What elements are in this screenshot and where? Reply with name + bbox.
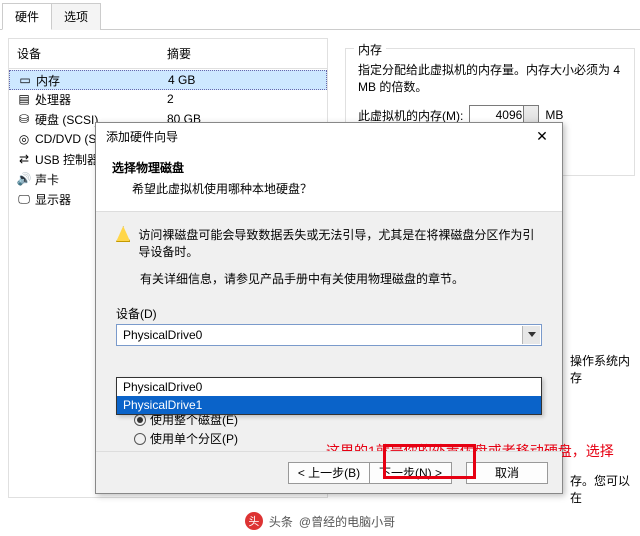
memory-group-title: 内存 bbox=[354, 41, 386, 58]
radio-single-partition[interactable] bbox=[134, 433, 146, 445]
hdd-icon: ⛁ bbox=[17, 112, 31, 126]
device-combobox[interactable]: PhysicalDrive0 bbox=[116, 324, 542, 346]
warning-icon bbox=[116, 226, 130, 242]
watermark-icon: 头 bbox=[245, 512, 263, 530]
hardware-name: 显示器 bbox=[35, 191, 71, 208]
radio-whole-disk[interactable] bbox=[134, 414, 146, 426]
wizard-heading: 选择物理磁盘 bbox=[112, 159, 546, 176]
hardware-name: USB 控制器 bbox=[35, 151, 99, 168]
side-text-os-mem: 操作系统内存 bbox=[570, 352, 640, 386]
hardware-name: 内存 bbox=[36, 72, 60, 89]
device-label: 设备(D) bbox=[116, 305, 542, 322]
watermark-prefix: 头条 bbox=[269, 513, 293, 530]
hardware-name: 处理器 bbox=[35, 91, 71, 108]
radio-single-partition-label: 使用单个分区(P) bbox=[150, 430, 238, 447]
memory-label: 此虚拟机的内存(M): bbox=[358, 107, 463, 124]
device-option[interactable]: PhysicalDrive0 bbox=[117, 378, 541, 396]
wizard-subheading: 希望此虚拟机使用哪种本地硬盘？ bbox=[112, 180, 546, 197]
hardware-row[interactable]: ▤ 处理器 2 bbox=[9, 89, 327, 109]
sound-icon: 🔊 bbox=[17, 172, 31, 186]
back-button[interactable]: < 上一步(B) bbox=[288, 462, 370, 484]
watermark-author: @曾经的电脑小哥 bbox=[299, 513, 395, 530]
wizard-warning: 访问裸磁盘可能会导致数据丢失或无法引导，尤其是在将裸磁盘分区作为引导设备时。 bbox=[138, 226, 542, 260]
usb-icon: ⇄ bbox=[17, 152, 31, 166]
hardware-row[interactable]: ▭ 内存 4 GB bbox=[9, 70, 327, 90]
col-device: 设备 bbox=[17, 45, 167, 62]
display-icon: 🖵 bbox=[17, 192, 31, 206]
tab-options[interactable]: 选项 bbox=[51, 3, 101, 30]
memory-desc: 指定分配给此虚拟机的内存量。内存大小必须为 4 MB 的倍数。 bbox=[358, 61, 622, 95]
tab-hardware[interactable]: 硬件 bbox=[2, 3, 52, 30]
device-selected: PhysicalDrive0 bbox=[123, 328, 202, 342]
add-hardware-wizard: 添加硬件向导 ✕ 选择物理磁盘 希望此虚拟机使用哪种本地硬盘？ 访问裸磁盘可能会… bbox=[95, 122, 563, 494]
hardware-summary: 4 GB bbox=[168, 73, 195, 87]
device-option[interactable]: PhysicalDrive1 bbox=[117, 396, 541, 414]
hardware-name: 声卡 bbox=[35, 171, 59, 188]
hardware-name: 硬盘 (SCSI) bbox=[35, 111, 98, 128]
col-summary: 摘要 bbox=[167, 45, 191, 62]
wizard-info: 有关详细信息，请参见产品手册中有关使用物理磁盘的章节。 bbox=[140, 270, 542, 287]
memory-unit: MB bbox=[545, 108, 563, 122]
chevron-down-icon bbox=[528, 332, 536, 337]
cpu-icon: ▤ bbox=[17, 92, 31, 106]
hardware-summary: 2 bbox=[167, 92, 174, 106]
wizard-title: 添加硬件向导 bbox=[106, 128, 178, 145]
watermark: 头 头条 @曾经的电脑小哥 bbox=[0, 512, 640, 530]
close-icon[interactable]: ✕ bbox=[528, 128, 556, 145]
memory-icon: ▭ bbox=[18, 73, 32, 87]
device-dropdown[interactable]: PhysicalDrive0 PhysicalDrive1 bbox=[116, 377, 542, 415]
cd-icon: ◎ bbox=[17, 132, 31, 146]
annotation-next-highlight bbox=[383, 444, 476, 479]
cancel-button[interactable]: 取消 bbox=[466, 462, 548, 484]
